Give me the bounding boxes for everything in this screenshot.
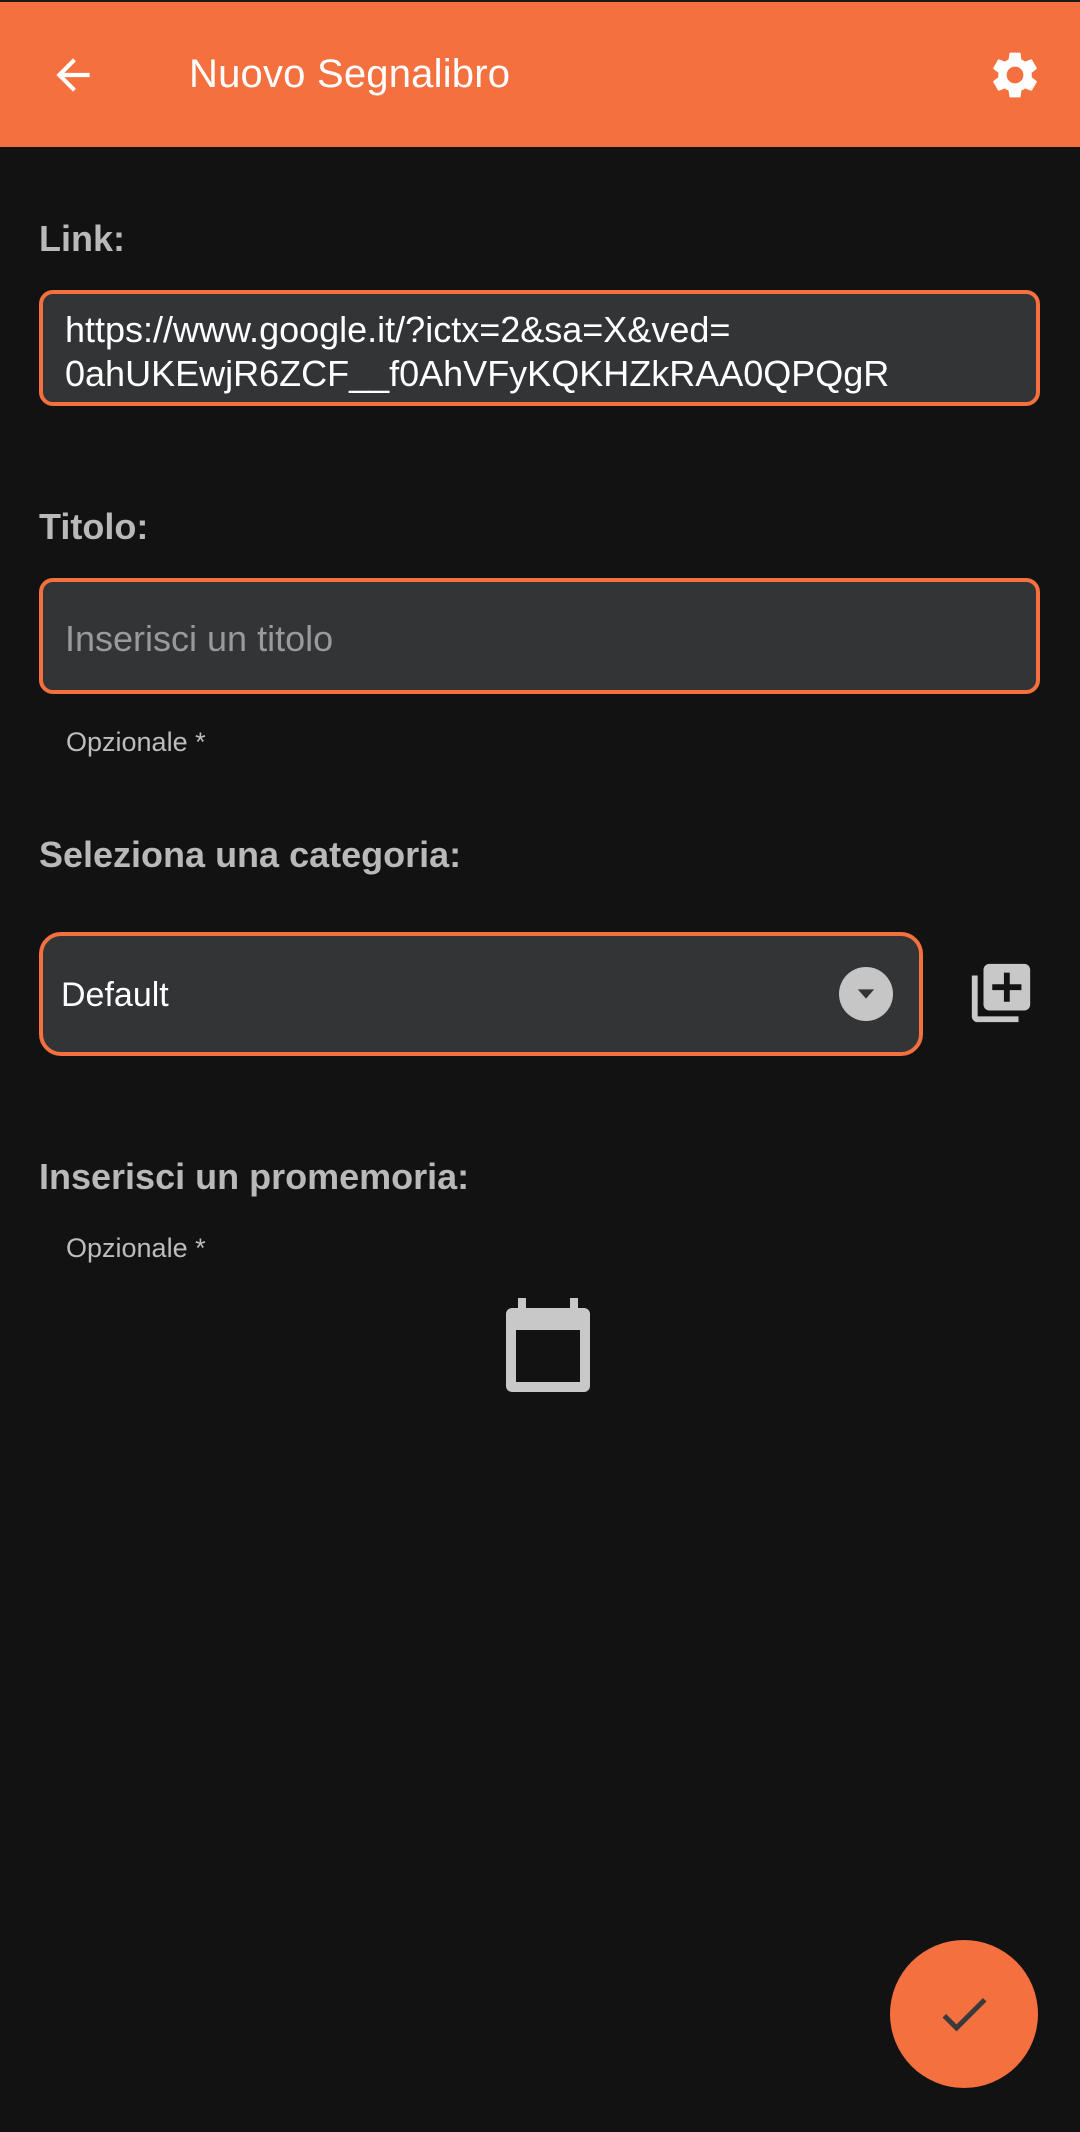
- app-root: Nuovo Segnalibro Link: https://www.googl…: [0, 0, 1080, 2132]
- app-bar: Nuovo Segnalibro: [0, 0, 1080, 147]
- link-value: https://www.google.it/?ictx=2&sa=X&ved= …: [65, 309, 890, 394]
- title-placeholder: Inserisci un titolo: [65, 618, 334, 659]
- calendar-icon: [506, 1298, 590, 1392]
- reminder-helper-text: Opzionale *: [66, 1233, 206, 1263]
- arrow-back-icon: [56, 58, 90, 92]
- category-selected-value: Default: [61, 976, 169, 1014]
- gear-icon: [993, 52, 1037, 98]
- dropdown-icon: [839, 967, 893, 1021]
- caret-down-icon: [857, 989, 875, 999]
- add-category-button[interactable]: [966, 958, 1036, 1028]
- settings-button[interactable]: [982, 42, 1048, 108]
- title-input[interactable]: Inserisci un titolo: [39, 578, 1040, 694]
- title-label: Titolo:: [39, 506, 149, 547]
- library-add-icon: [971, 963, 1031, 1023]
- link-label: Link:: [39, 218, 125, 259]
- calendar-button[interactable]: [502, 1296, 594, 1396]
- category-select[interactable]: Default: [39, 932, 923, 1056]
- reminder-label: Inserisci un promemoria:: [39, 1156, 470, 1197]
- back-button[interactable]: [40, 42, 106, 108]
- title-helper-text: Opzionale *: [66, 727, 206, 757]
- link-field[interactable]: https://www.google.it/?ictx=2&sa=X&ved= …: [39, 290, 1040, 406]
- confirm-fab-button[interactable]: [890, 1940, 1038, 2088]
- category-label: Seleziona una categoria:: [39, 834, 462, 875]
- page-title: Nuovo Segnalibro: [189, 52, 511, 96]
- check-icon: [942, 1997, 987, 2032]
